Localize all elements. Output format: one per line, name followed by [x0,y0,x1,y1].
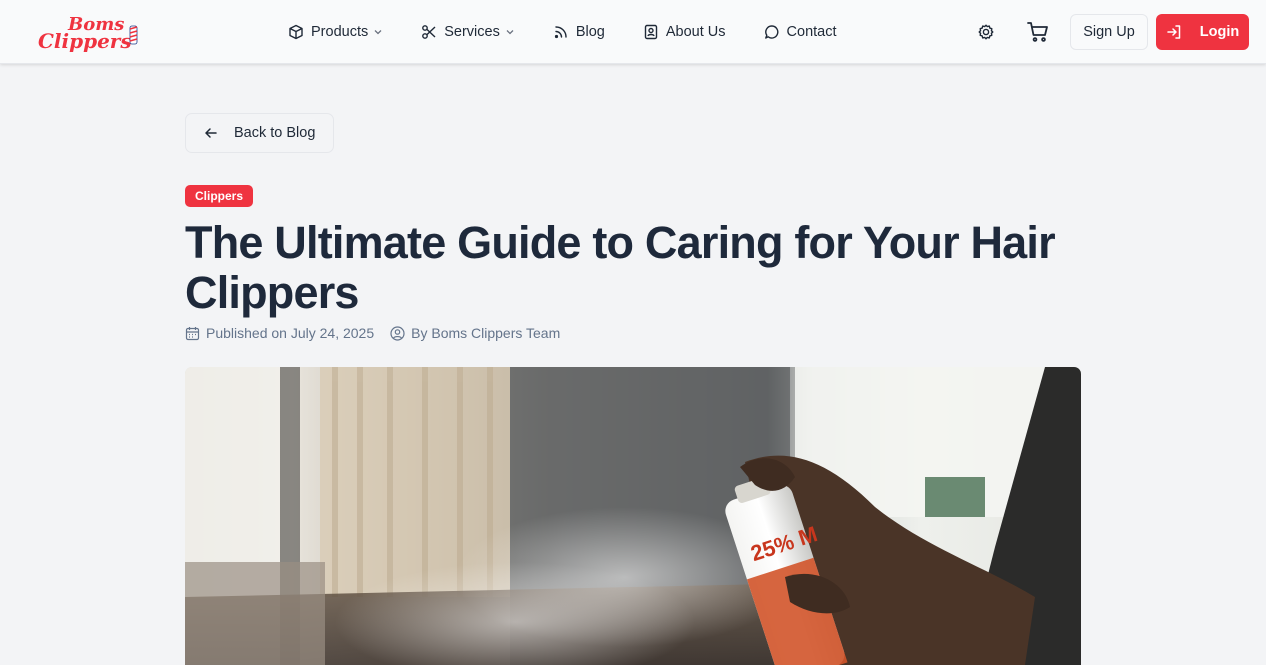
nav-services[interactable]: Services [421,14,515,50]
rss-icon [553,24,569,40]
author-name: By Boms Clippers Team [411,325,561,341]
category-badge[interactable]: Clippers [185,185,254,207]
main-nav: Products Services Blog About Us Contact [288,0,837,64]
settings-gear-icon[interactable] [976,22,996,42]
user-circle-icon [390,325,405,341]
nav-about[interactable]: About Us [643,14,726,50]
published-date: Published on July 24, 2025 [206,325,375,341]
chevron-down-icon [373,27,383,37]
barber-pole-icon [129,25,138,45]
hero-image: 25% M [185,367,1081,665]
login-button[interactable]: Login [1156,14,1249,50]
contact-card-icon [643,24,659,40]
site-header: Boms Clippers Products Services Blog Abo… [0,0,1266,64]
nav-services-label: Services [444,24,500,40]
box-icon [288,24,304,40]
login-arrow-icon [1166,24,1182,40]
sign-up-button[interactable]: Sign Up [1070,14,1148,50]
nav-blog[interactable]: Blog [553,14,605,50]
chat-bubble-icon [764,24,780,40]
article-title: The Ultimate Guide to Caring for Your Ha… [185,217,1056,318]
logo-word-clippers: Clippers [38,29,132,53]
nav-blog-label: Blog [575,24,605,40]
article-meta: Published on July 24, 2025 By Boms Clipp… [185,323,560,343]
nav-products[interactable]: Products [288,14,383,50]
brand-logo[interactable]: Boms Clippers [38,10,140,54]
nav-contact-label: Contact [786,24,837,40]
shopping-cart-icon[interactable] [1026,20,1050,44]
calendar-icon [185,326,200,341]
nav-contact[interactable]: Contact [764,14,837,50]
nav-about-label: About Us [665,24,726,40]
arrow-left-icon [203,125,219,141]
back-to-blog-button[interactable]: Back to Blog [185,113,334,153]
chevron-down-icon [505,27,515,37]
login-label: Login [1199,24,1240,40]
scissors-icon [421,24,437,40]
back-to-blog-label: Back to Blog [234,125,316,141]
nav-products-label: Products [311,24,369,40]
